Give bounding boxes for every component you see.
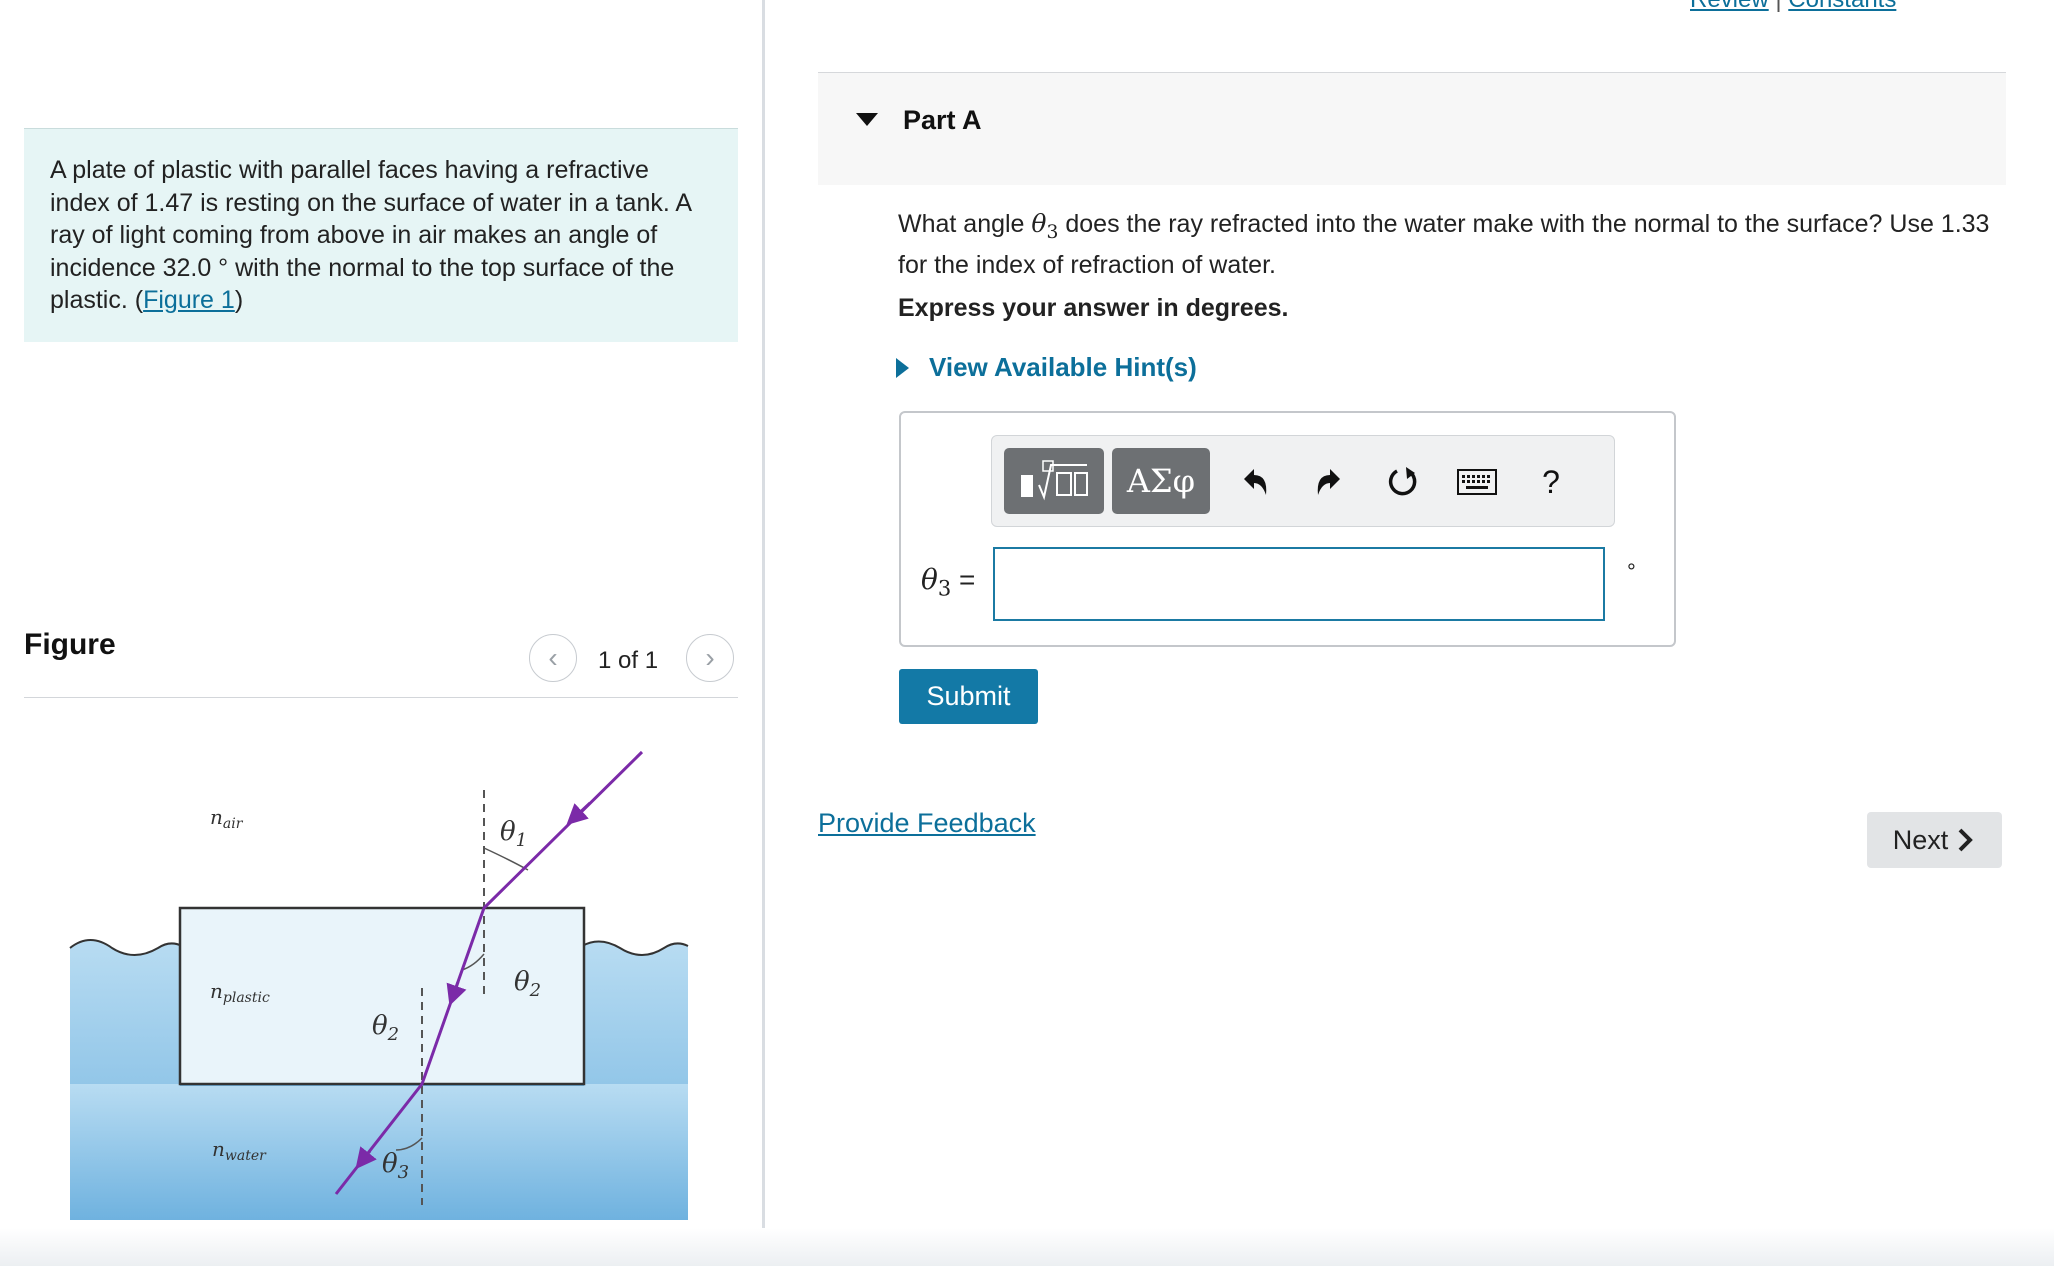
math-toolbar: ΑΣφ ?	[991, 435, 1615, 527]
answer-symbol-sub: 3	[937, 576, 952, 601]
theta1-arc	[483, 847, 529, 871]
figure-link-close: )	[234, 286, 244, 314]
answer-input[interactable]	[993, 547, 1605, 621]
templates-button[interactable]	[1004, 448, 1104, 514]
hint-label: View Available Hint(s)	[929, 352, 1197, 382]
question-symbol-sub: 3	[1046, 222, 1059, 243]
label-n-air: nair	[210, 805, 244, 832]
bottom-fade	[0, 1228, 2054, 1266]
link-separator: |	[1775, 0, 1788, 13]
ray-arrow-1	[566, 801, 592, 826]
caret-down-icon	[856, 113, 878, 126]
water-body	[70, 1084, 688, 1220]
answer-symbol: θ3	[921, 563, 951, 601]
question-symbol-main: θ	[1031, 209, 1047, 238]
part-a-header[interactable]: Part A	[818, 72, 2006, 185]
figure-next-button[interactable]: ›	[686, 634, 734, 682]
chevron-right-icon: ›	[705, 642, 715, 673]
keyboard-icon[interactable]	[1452, 458, 1502, 506]
answer-label: θ3 =	[921, 563, 975, 601]
review-link[interactable]: Review	[1690, 0, 1769, 13]
question-after: does the ray refracted into the water ma…	[898, 210, 1990, 279]
answer-instruction: Express your answer in degrees.	[898, 294, 1289, 322]
figure-link-open: (	[134, 286, 144, 314]
figure-title: Figure	[24, 628, 116, 661]
next-label: Next	[1892, 824, 1949, 855]
answer-symbol-main: θ	[921, 563, 938, 596]
view-hints-toggle[interactable]: View Available Hint(s)	[896, 352, 1197, 383]
greek-symbols-button[interactable]: ΑΣφ	[1112, 448, 1210, 514]
chevron-left-icon: ‹	[548, 642, 558, 673]
templates-icon	[1021, 460, 1088, 501]
figure-link[interactable]: Figure 1	[143, 286, 235, 314]
question-text: What angle θ3 does the ray refracted int…	[898, 208, 1998, 281]
figure-prev-button[interactable]: ‹	[529, 634, 577, 682]
chevron-right-icon	[1958, 828, 1974, 852]
question-symbol: θ3	[1031, 209, 1058, 243]
reset-icon[interactable]	[1378, 458, 1428, 506]
redo-icon[interactable]	[1304, 458, 1354, 506]
label-theta1: θ1	[500, 817, 527, 851]
undo-icon[interactable]	[1230, 458, 1280, 506]
submit-button[interactable]: Submit	[899, 669, 1038, 724]
next-button[interactable]: Next	[1867, 812, 2002, 868]
problem-statement: A plate of plastic with parallel faces h…	[24, 128, 738, 342]
constants-link[interactable]: Constants	[1788, 0, 1896, 13]
part-title: Part A	[903, 105, 982, 135]
caret-right-icon	[896, 357, 909, 378]
degree-unit: °	[1627, 559, 1636, 584]
answer-equals: =	[959, 564, 976, 595]
top-links: Review | Constants	[1690, 0, 1896, 14]
figure-count: 1 of 1	[598, 647, 659, 674]
help-button[interactable]: ?	[1526, 458, 1576, 506]
question-before: What angle	[898, 210, 1032, 238]
pane-divider[interactable]	[762, 0, 765, 1266]
answer-box: ΑΣφ ? θ3 = °	[899, 411, 1676, 647]
refraction-figure: nair nplastic nwater θ1 θ2 θ2 θ3	[69, 750, 689, 1220]
provide-feedback-link[interactable]: Provide Feedback	[818, 808, 1036, 839]
figure-divider	[24, 697, 738, 698]
